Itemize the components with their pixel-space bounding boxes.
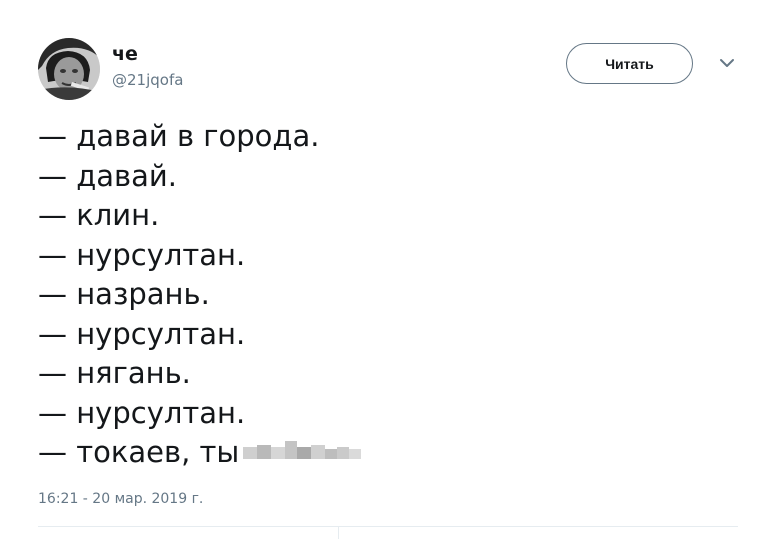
- user-handle[interactable]: @21jqofa: [112, 70, 183, 90]
- tweet-card: че @21jqofa Читать — давай в города. — д…: [0, 0, 777, 539]
- avatar[interactable]: [38, 38, 100, 100]
- tweet-timestamp[interactable]: 16:21 - 20 мар. 2019 г.: [38, 491, 203, 507]
- tweet-line-text: — токаев, ты: [38, 435, 240, 469]
- user-info: че @21jqofa: [112, 42, 183, 90]
- divider: [38, 526, 738, 527]
- chevron-down-icon[interactable]: [718, 56, 736, 70]
- tweet-line: — давай.: [38, 158, 177, 193]
- tweet-line: — назрань.: [38, 277, 210, 311]
- follow-button[interactable]: Читать: [566, 43, 693, 84]
- divider-tick: [338, 526, 339, 539]
- tweet-line-last: — токаев, ты: [38, 433, 738, 473]
- tweet-header: че @21jqofa Читать: [38, 38, 738, 100]
- tweet-line: — нурсултан.: [38, 237, 246, 272]
- tweet-line: — клин.: [38, 198, 160, 232]
- tweet-line: — давай в города.: [38, 119, 320, 153]
- tweet-line: — нурсултан.: [38, 395, 246, 430]
- censored-word-pixelation: [243, 441, 362, 463]
- display-name[interactable]: че: [112, 42, 183, 66]
- tweet-line: — нягань.: [38, 356, 191, 390]
- tweet-text: — давай в города. — давай. — клин. — нур…: [38, 117, 738, 473]
- tweet-line: — нурсултан.: [38, 316, 246, 351]
